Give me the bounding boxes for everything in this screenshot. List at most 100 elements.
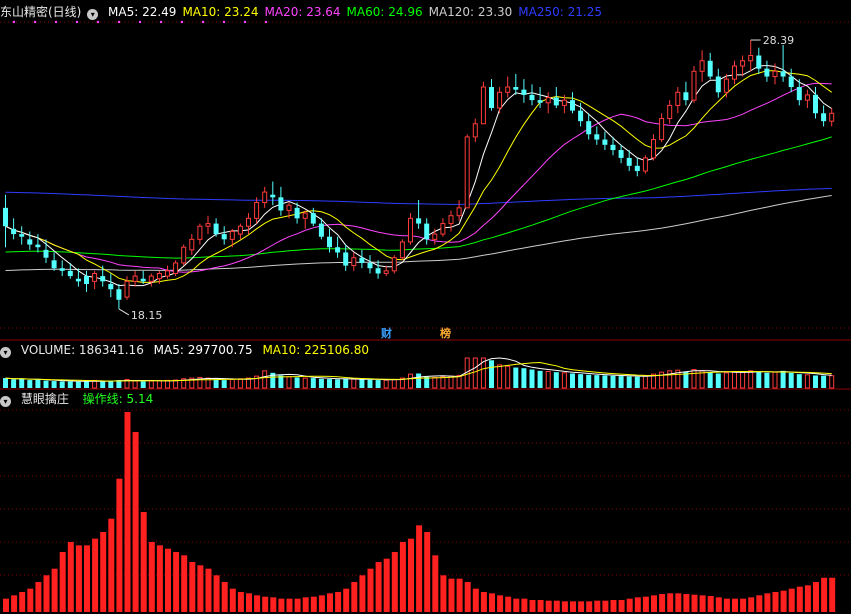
indicator-bar: [732, 598, 738, 612]
indicator-bar: [497, 595, 504, 612]
volume-bar: [237, 378, 243, 389]
indicator-bar: [424, 532, 431, 612]
candle-body: [302, 212, 308, 219]
candle-body: [659, 118, 665, 141]
candle-body: [683, 92, 689, 101]
candle-body: [148, 275, 154, 282]
volume-settings-icon[interactable]: ▾: [0, 347, 11, 358]
candle-body: [343, 252, 349, 266]
candle-body: [480, 86, 486, 125]
indicator-bar: [821, 577, 828, 612]
indicator-bar: [173, 552, 180, 612]
candle-body: [181, 246, 187, 264]
candle-body: [602, 139, 608, 145]
high-price-label: 28.39: [763, 34, 795, 47]
indicator-bar: [246, 593, 252, 612]
candle-body: [416, 218, 422, 224]
candle-body: [537, 100, 543, 103]
indicator-bar: [764, 593, 771, 612]
indicator-bar: [829, 577, 836, 612]
indicator-bar: [189, 562, 196, 612]
indicator-bar: [634, 597, 641, 612]
candle-body: [804, 94, 810, 101]
volume-bar: [521, 368, 527, 388]
indicator-bar: [221, 582, 228, 612]
candle-body: [189, 238, 195, 251]
candle-body: [59, 268, 65, 271]
candle-body: [262, 191, 268, 204]
candle-body: [610, 144, 616, 151]
volume-bar: [586, 374, 592, 388]
indicator-settings-icon[interactable]: ▾: [0, 396, 11, 407]
candle-body: [229, 230, 235, 240]
indicator-bar: [327, 593, 333, 612]
volume-ma5: MA5: 297700.75: [153, 343, 253, 357]
candle-body: [213, 223, 219, 235]
indicator-title[interactable]: 慧眼擒庄: [21, 392, 69, 406]
volume-bar: [829, 375, 835, 389]
indicator-bar: [399, 542, 406, 612]
indicator-bar: [156, 545, 163, 612]
settings-circle-icon[interactable]: ▾: [87, 9, 99, 20]
indicator-bar: [448, 578, 455, 612]
indicator-bar: [335, 592, 342, 612]
volume-bar: [408, 373, 413, 389]
candle-body: [197, 225, 203, 240]
indicator-bar: [391, 552, 398, 612]
candle-body: [561, 99, 567, 106]
volume-bar: [11, 379, 17, 388]
indicator-bar: [229, 588, 236, 612]
volume-bar: [51, 381, 57, 388]
volume-bar: [310, 378, 316, 388]
finance-event-marker[interactable]: 财: [381, 327, 392, 340]
indicator-bar: [602, 600, 609, 612]
candle-body: [310, 213, 316, 224]
low-price-label: 18.15: [131, 309, 163, 322]
volume-bar: [756, 371, 762, 388]
grid-dot: [222, 20, 226, 24]
volume-bar: [367, 379, 373, 388]
candle-body: [821, 113, 827, 122]
volume-bar: [813, 375, 818, 388]
volume-bar: [294, 377, 300, 388]
indicator-bar: [302, 597, 309, 612]
chart-canvas[interactable]: 28.39 18.15: [0, 0, 851, 614]
indicator-bar: [310, 596, 317, 612]
candle-body: [456, 207, 462, 217]
candle-body: [497, 91, 503, 109]
indicator-bar: [416, 525, 423, 612]
candle-body: [92, 272, 98, 282]
volume-bar: [43, 380, 49, 388]
volume-bar: [772, 371, 778, 389]
candle-body: [772, 70, 778, 78]
indicator-bar: [237, 592, 244, 612]
candle-body: [764, 68, 770, 77]
volume-bar: [156, 380, 162, 389]
indicator-bar: [286, 598, 293, 612]
candle-body: [75, 278, 81, 282]
indicator-bar: [67, 542, 74, 612]
ma60-line: [5, 136, 832, 259]
indicator-bar: [270, 597, 277, 612]
candle-body: [642, 157, 648, 172]
volume-ma10: MA10: 225106.80: [262, 343, 370, 357]
candle-body: [383, 270, 389, 274]
stock-title[interactable]: 东山精密(日线): [0, 5, 81, 19]
candle-body: [440, 223, 446, 235]
rank-list-marker[interactable]: 榜: [440, 327, 451, 340]
candle-body: [318, 223, 324, 237]
candle-body: [667, 104, 673, 120]
volume-bar: [59, 381, 65, 388]
indicator-bar: [505, 596, 512, 612]
low-pointer: [118, 308, 130, 316]
candle-body: [205, 223, 211, 227]
candle-body: [116, 289, 122, 300]
candle-body: [35, 244, 41, 248]
grid-dot: [12, 20, 16, 24]
indicator-bar: [27, 588, 34, 612]
grid-dot: [117, 20, 121, 24]
volume-bar: [229, 378, 235, 389]
candle-body: [221, 234, 227, 240]
volume-value: VOLUME: 186341.16: [20, 343, 144, 357]
candle-body: [399, 241, 405, 259]
